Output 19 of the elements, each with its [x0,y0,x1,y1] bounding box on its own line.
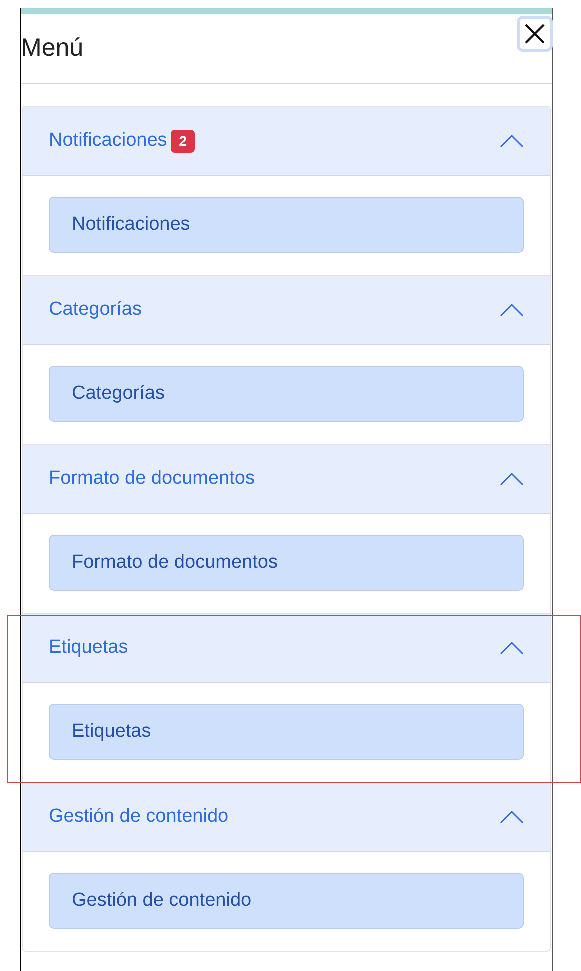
chevron-up-icon [500,641,524,655]
chevron-up-icon [500,810,524,824]
section-header[interactable]: Gestión de contenido [23,783,550,852]
chevron-up-icon [500,303,524,317]
close-icon [524,23,546,45]
chevron-up-icon [500,472,524,486]
menu-item[interactable]: Notificaciones [49,197,524,253]
menu-item[interactable]: Etiquetas [49,704,524,760]
menu-title: Menú [21,33,84,64]
menu-item[interactable]: Categorías [49,366,524,422]
close-button[interactable] [517,16,553,52]
menu-item[interactable]: Gestión de contenido [49,873,524,929]
section-header[interactable]: Notificaciones 2 [23,107,550,176]
section-header[interactable]: Categorías [23,276,550,345]
chevron-up-icon [500,134,524,148]
count-badge: 2 [171,130,196,152]
section-header[interactable]: Formato de documentos [23,445,550,514]
section-header[interactable]: Etiquetas [23,614,550,683]
menu-item[interactable]: Formato de documentos [49,535,524,591]
